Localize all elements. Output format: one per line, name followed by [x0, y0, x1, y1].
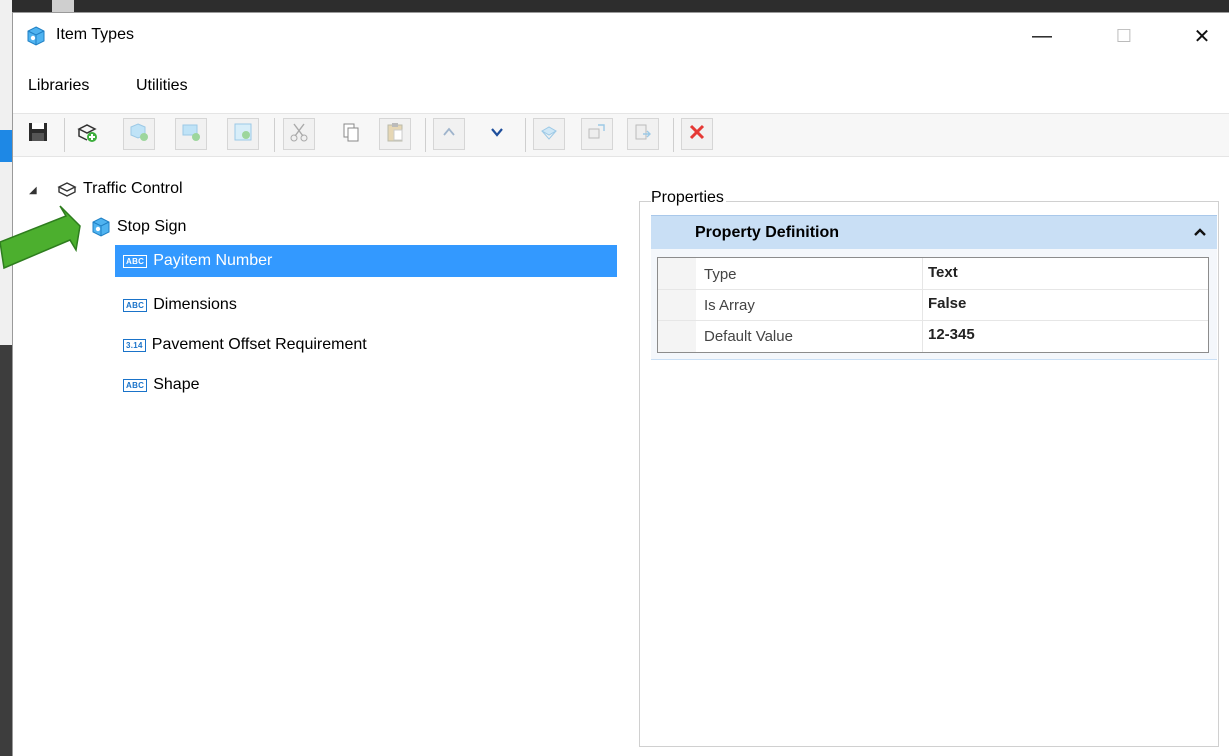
annotation-arrow-icon	[0, 205, 81, 270]
minimize-button[interactable]: —	[1019, 19, 1065, 53]
import-button[interactable]	[533, 118, 565, 150]
tree-node-shape[interactable]: ABC Shape	[123, 369, 200, 401]
tree-node-label: Stop Sign	[117, 218, 187, 235]
copy-button[interactable]	[335, 118, 367, 150]
toolbar	[13, 113, 1229, 157]
add-sub-item-icon	[180, 121, 202, 147]
properties-label: Properties	[651, 189, 726, 207]
move-up-button[interactable]	[433, 118, 465, 150]
grid-row-name: Is Array	[704, 297, 755, 314]
property-definition-title: Property Definition	[695, 224, 840, 241]
delete-icon	[688, 123, 706, 145]
text-property-icon: ABC	[123, 298, 148, 312]
background-left-panel	[0, 0, 12, 345]
grid-row-name: Type	[704, 266, 737, 283]
delete-button[interactable]	[681, 118, 713, 150]
menu-bar: Libraries Utilities	[13, 73, 1229, 101]
item-types-window: Item Types — ☐ ✕ Libraries Utilities ◢ T…	[12, 12, 1229, 756]
grid-row-value[interactable]: 12-345	[928, 326, 975, 343]
save-button[interactable]	[22, 118, 54, 150]
add-sub-item-button[interactable]	[175, 118, 207, 150]
background-tab	[52, 0, 74, 12]
export-button[interactable]	[627, 118, 659, 150]
tree-node-label: Pavement Offset Requirement	[151, 336, 367, 353]
paste-icon	[384, 121, 406, 147]
grid-row-default-value[interactable]: Default Value 12-345	[658, 320, 1208, 351]
grid-row-value[interactable]: Text	[928, 264, 958, 281]
tree-node-dimensions[interactable]: ABC Dimensions	[123, 289, 237, 321]
grid-row-type[interactable]: Type Text	[658, 258, 1208, 290]
maximize-button[interactable]: ☐	[1101, 19, 1147, 53]
rename-button[interactable]	[581, 118, 613, 150]
toolbar-separator	[673, 118, 674, 152]
property-grid: Type Text Is Array False Default Value 1…	[657, 257, 1209, 353]
chevron-down-icon	[489, 124, 505, 144]
grid-row-is-array[interactable]: Is Array False	[658, 289, 1208, 321]
cut-button[interactable]	[283, 118, 315, 150]
copy-icon	[340, 121, 362, 147]
export-icon	[632, 121, 654, 147]
add-library-icon	[75, 121, 99, 147]
add-library-button[interactable]	[71, 118, 103, 150]
save-icon	[27, 121, 49, 147]
tree-node-label: Traffic Control	[83, 180, 183, 197]
menu-libraries[interactable]: Libraries	[28, 77, 89, 95]
add-item-type-button[interactable]	[123, 118, 155, 150]
move-down-button[interactable]	[481, 118, 513, 150]
cut-icon	[288, 121, 310, 147]
window-title: Item Types	[56, 26, 134, 43]
toolbar-separator	[425, 118, 426, 152]
add-property-icon	[232, 121, 254, 147]
tree-node-label: Payitem Number	[153, 252, 273, 269]
add-item-icon	[128, 121, 150, 147]
tree-node-payitem-number[interactable]: ABC Payitem Number	[115, 245, 617, 277]
grid-row-name: Default Value	[704, 328, 793, 345]
close-button[interactable]: ✕	[1179, 19, 1225, 53]
rename-icon	[586, 121, 608, 147]
grid-row-value[interactable]: False	[928, 295, 966, 312]
tree-node-label: Dimensions	[153, 296, 237, 313]
text-property-icon: ABC	[123, 378, 148, 392]
toolbar-separator	[274, 118, 275, 152]
tree-node-label: Shape	[153, 376, 200, 393]
toolbar-separator	[525, 118, 526, 152]
chevron-up-icon	[441, 124, 457, 144]
collapse-arrow-icon[interactable]: ◢	[29, 185, 37, 196]
toolbar-separator	[64, 118, 65, 152]
text-property-icon: ABC	[123, 254, 148, 268]
item-types-icon	[26, 26, 46, 46]
tree-node-traffic-control[interactable]: Traffic Control	[57, 173, 183, 205]
paste-button[interactable]	[379, 118, 411, 150]
collapse-chevron-icon[interactable]	[1193, 225, 1207, 242]
background-left-selection	[0, 130, 12, 162]
property-definition-header[interactable]: Property Definition	[651, 215, 1217, 249]
tree-node-stop-sign[interactable]: Stop Sign	[91, 211, 186, 243]
title-bar[interactable]: Item Types — ☐ ✕	[13, 13, 1229, 59]
menu-utilities[interactable]: Utilities	[136, 77, 188, 95]
background-top	[0, 0, 1229, 12]
add-property-button[interactable]	[227, 118, 259, 150]
tree-node-pavement-offset-requirement[interactable]: 3.14 Pavement Offset Requirement	[123, 329, 367, 361]
import-icon	[538, 121, 560, 147]
number-property-icon: 3.14	[123, 338, 146, 352]
library-icon	[57, 180, 77, 198]
item-type-icon	[91, 217, 111, 237]
